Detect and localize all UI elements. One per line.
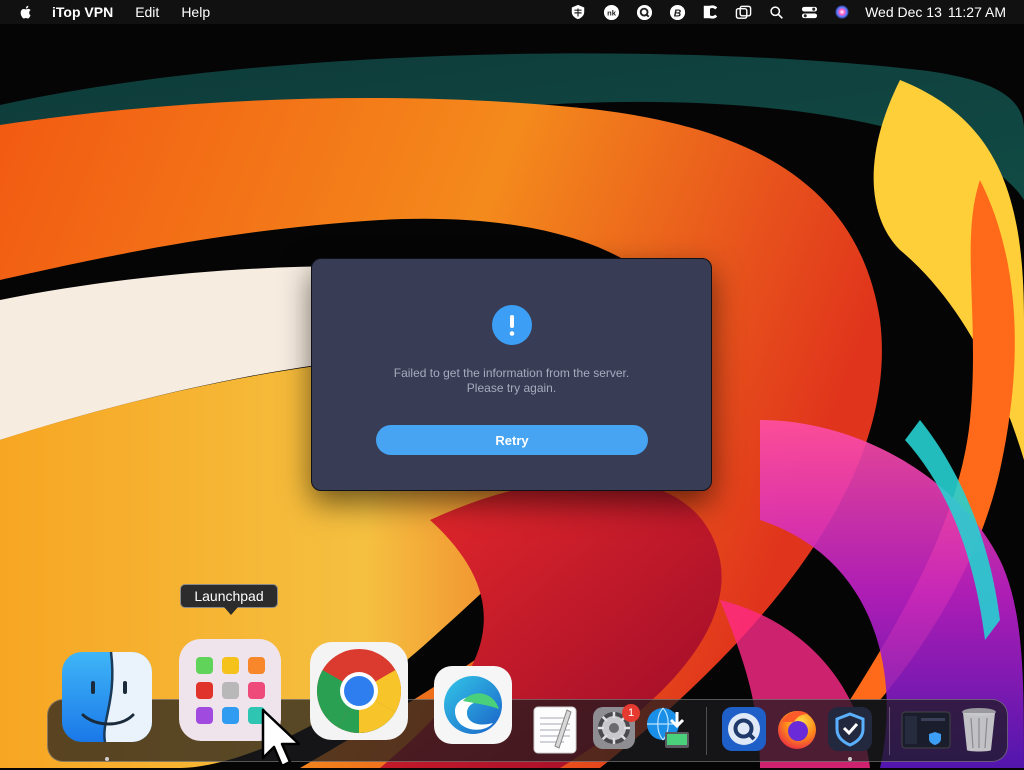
svg-text:nk: nk	[607, 8, 617, 17]
edge-icon	[434, 666, 512, 744]
clock-date: Wed Dec 13	[865, 4, 942, 20]
dock-chrome[interactable]	[309, 641, 409, 741]
svg-text:B: B	[673, 8, 681, 19]
siri-icon[interactable]	[833, 3, 851, 21]
search-icon[interactable]	[767, 3, 785, 21]
menu-bar-clock[interactable]: Wed Dec 13 11:27 AM	[865, 4, 1006, 20]
dock-quik[interactable]	[721, 706, 767, 752]
dock-finder[interactable]	[61, 651, 153, 743]
nk-circle-icon[interactable]: nk	[602, 3, 620, 21]
launchpad-tooltip: Launchpad	[180, 584, 278, 608]
error-message-line2: Please try again.	[466, 381, 557, 395]
q-circle-icon[interactable]	[635, 3, 653, 21]
textedit-icon	[533, 706, 577, 754]
dock-separator	[706, 707, 707, 755]
clock-time: 11:27 AM	[947, 4, 1006, 20]
overlap-squares-icon[interactable]	[734, 3, 752, 21]
tooltip-arrow	[224, 607, 238, 615]
dock-textedit[interactable]	[529, 704, 581, 756]
firefox-icon	[778, 711, 816, 749]
dock-itop-vpn[interactable]	[827, 706, 873, 752]
dock-trash[interactable]	[958, 704, 1000, 754]
dock-screen-thumbnail[interactable]	[901, 710, 951, 750]
menu-help[interactable]: Help	[181, 4, 210, 20]
mouse-pointer-icon	[261, 708, 301, 768]
trash-icon	[962, 708, 996, 752]
vpn-shield-icon	[828, 707, 872, 751]
window-thumbnail-icon	[901, 711, 951, 749]
chrome-icon	[310, 642, 408, 740]
error-dialog: Failed to get the information from the s…	[311, 258, 712, 491]
error-message-line1: Failed to get the information from the s…	[393, 366, 630, 380]
dock-network-radar[interactable]	[643, 704, 693, 754]
dock-firefox[interactable]	[774, 706, 820, 752]
finder-icon	[62, 651, 152, 743]
globe-download-icon	[647, 707, 689, 748]
app-menu-itop-vpn[interactable]: iTop VPN	[52, 4, 113, 20]
apple-menu-icon[interactable]	[18, 4, 34, 20]
running-indicator	[848, 757, 852, 761]
notification-badge: 1	[622, 704, 640, 722]
running-indicator	[105, 757, 109, 761]
b-circle-icon[interactable]: B	[668, 3, 686, 21]
menu-bar: iTop VPN Edit Help nk B Wed Dec 13 11:27…	[0, 0, 1024, 24]
q-app-icon	[722, 707, 766, 751]
dock-edge[interactable]	[433, 665, 513, 745]
error-message: Failed to get the information from the s…	[312, 366, 711, 396]
shield-grid-icon[interactable]	[569, 3, 587, 21]
exclamation-icon	[492, 305, 532, 345]
control-center-icon[interactable]	[800, 3, 818, 21]
c-half-icon[interactable]	[701, 3, 719, 21]
dock-separator	[889, 707, 890, 755]
retry-button[interactable]: Retry	[376, 425, 648, 455]
menu-edit[interactable]: Edit	[135, 4, 159, 20]
